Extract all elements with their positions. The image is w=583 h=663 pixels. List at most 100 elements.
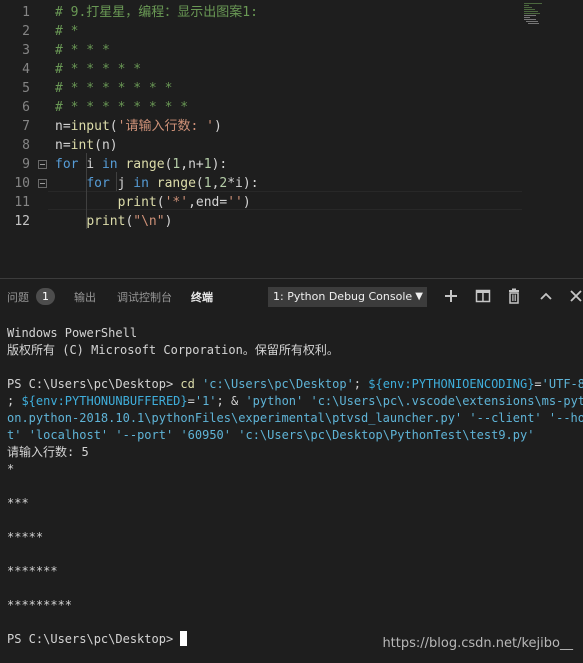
code-text: # * * * * * [55, 60, 141, 79]
code-token: range [156, 176, 196, 191]
chevron-up-icon[interactable] [538, 288, 554, 304]
terminal-token: '--hos [548, 411, 583, 425]
code-token: ( [156, 195, 165, 210]
output-line: ***** [7, 530, 44, 544]
line-number: 4 [22, 62, 30, 77]
line-number: 1 [22, 5, 30, 20]
code-token: *i): [227, 176, 259, 191]
code-editor[interactable]: 1 # 9.打星星，编程：显示出图案1: 2 # * 3 # * * * 4 # * * * … [0, 0, 583, 278]
terminal-output[interactable]: Windows PowerShell 版权所有 (C) Microsoft Co… [7, 325, 583, 648]
terminal-token: = [534, 377, 542, 391]
code-line[interactable]: 3 # * * * [0, 41, 583, 60]
code-token: ,end= [188, 195, 228, 210]
plus-icon[interactable] [443, 288, 459, 304]
code-line[interactable]: 2 # * [0, 22, 583, 41]
output-line: * [7, 462, 15, 476]
code-token: ( [195, 176, 204, 191]
terminal-token: 'localhost' [28, 428, 109, 442]
code-text: print('*',end='') [55, 193, 251, 212]
code-line[interactable]: 12 print("\n") [0, 212, 583, 231]
line-number: 5 [22, 81, 30, 96]
code-token: # 9.打星星，编程：显示出图案1: [55, 5, 258, 20]
code-token: in [133, 176, 149, 191]
tab-debug-console[interactable]: 调试控制台 [117, 289, 172, 305]
terminal-token: '--port' [115, 428, 174, 442]
terminal-token: '60950' [180, 428, 232, 442]
terminal-token: = [187, 394, 195, 408]
terminal-token: 'UTF-8' [541, 377, 583, 391]
terminal-select[interactable]: 1: Python Debug Console ▼ [268, 287, 427, 307]
indent-guide [86, 153, 87, 229]
terminal-token: PS C:\Users\pc\Desktop> [7, 377, 181, 391]
code-token: 1 [203, 157, 212, 172]
code-token: for [55, 157, 79, 172]
problems-count-badge: 1 [36, 288, 55, 305]
code-token: ) [164, 214, 173, 229]
code-line[interactable]: 5 # * * * * * * * [0, 79, 583, 98]
code-token: n= [55, 138, 71, 153]
code-token: n= [55, 119, 71, 134]
prompt-text: PS C:\Users\pc\Desktop> [7, 632, 181, 646]
code-token: # * * * * * * * * [55, 100, 189, 115]
terminal-token: 'c:\Users\pc\Desktop\PythonTest\test9.py… [238, 428, 535, 442]
split-terminal-icon[interactable] [475, 288, 491, 304]
terminal-token: '1' [194, 394, 217, 408]
terminal-token: ${env:PYTHONUNBUFFERED} [21, 394, 188, 408]
code-token: in [101, 157, 118, 172]
terminal-line: on.python-2018.10.1\pythonFiles\experime… [7, 410, 583, 427]
code-text: print("\n") [55, 212, 172, 231]
code-token: for [86, 176, 110, 191]
code-line[interactable]: 10 for j in range(1,2*i): [0, 174, 583, 193]
line-number: 7 [22, 119, 30, 134]
close-icon[interactable] [568, 288, 583, 304]
tab-problems[interactable]: 问题 [7, 289, 29, 305]
line-number: 12 [14, 214, 30, 229]
code-line[interactable]: 11 print('*',end='') [0, 193, 583, 212]
code-line[interactable]: 1 # 9.打星星，编程：显示出图案1: [0, 3, 583, 22]
bottom-panel: 问题 1 输出 调试控制台 终端 1: Python Debug Console… [0, 278, 583, 663]
code-token: print [86, 214, 126, 229]
line-number: 8 [22, 138, 30, 153]
terminal-token: ; [7, 394, 22, 408]
terminal-line: t' 'localhost' '--port' '60950' 'c:\User… [7, 427, 583, 444]
code-line[interactable]: 6 # * * * * * * * * [0, 98, 583, 117]
line-number: 6 [22, 100, 30, 115]
line-number: 3 [22, 43, 30, 58]
code-token: i [78, 157, 102, 172]
terminal-token: cd [180, 377, 195, 391]
terminal-token: 'c:\Users\pc\.vscode\extensions\ms-pyth [310, 394, 583, 408]
tab-output[interactable]: 输出 [74, 289, 96, 305]
tab-terminal[interactable]: 终端 [191, 289, 213, 305]
code-line[interactable]: 8 n=int(n) [0, 136, 583, 155]
code-token: ): [211, 157, 228, 172]
code-line[interactable]: 4 # * * * * * [0, 60, 583, 79]
watermark: https://blog.csdn.net/kejibo__ [382, 636, 573, 651]
code-token: range [125, 157, 165, 172]
chevron-down-icon: ▼ [415, 291, 423, 302]
code-line[interactable]: 7 n=input('请输入行数: ') [0, 117, 583, 136]
fold-icon[interactable] [38, 179, 47, 188]
code-token: ) [242, 195, 251, 210]
code-token: ,n+ [180, 157, 204, 172]
program-output: * *** ***** ******* ********* [7, 461, 583, 631]
code-token: input [70, 119, 110, 134]
terminal-token: on.python-2018.10.1\pythonFiles\experime… [7, 411, 463, 425]
minimap[interactable] [522, 0, 554, 26]
code-token: print [117, 195, 157, 210]
terminal-select-value: 1: Python Debug Console [273, 290, 413, 303]
fold-icon[interactable] [38, 160, 47, 169]
line-number: 11 [14, 195, 30, 210]
terminal-token: 'python' [245, 394, 304, 408]
code-text: # * * * * * * * [55, 79, 172, 98]
trash-icon[interactable] [506, 288, 522, 304]
terminal-line: PS C:\Users\pc\Desktop> cd 'c:\Users\pc\… [7, 376, 583, 393]
code-line[interactable]: 9 for i in range(1,n+1): [0, 155, 583, 174]
